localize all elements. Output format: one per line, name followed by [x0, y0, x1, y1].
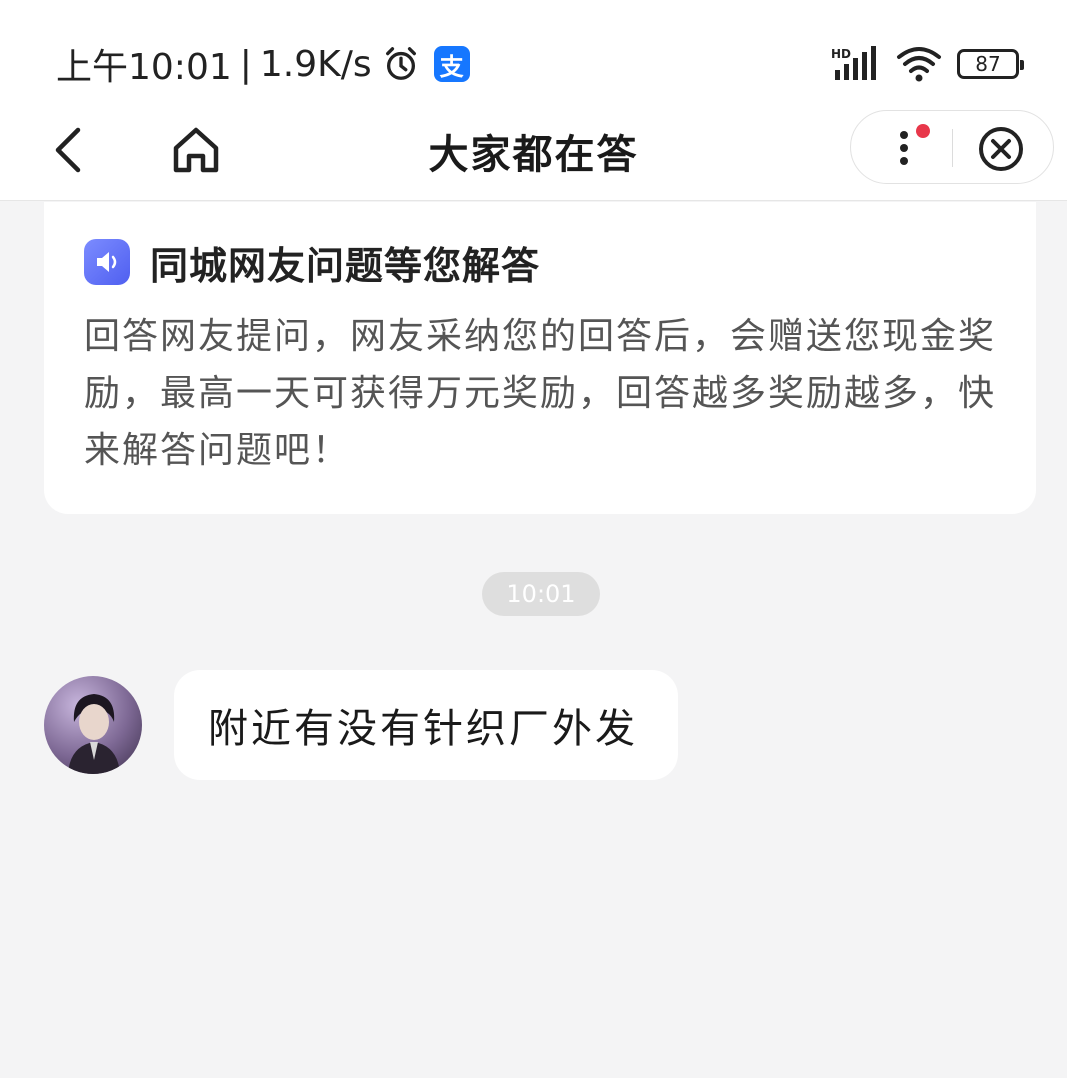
message-timestamp: 10:01 [482, 572, 600, 616]
mini-program-capsule [850, 110, 1054, 184]
status-left: 上午10:01 | 1.9K/s 支 [56, 40, 470, 88]
notice-header: 同城网友问题等您解答 [84, 232, 996, 292]
alipay-glyph: 支 [439, 52, 464, 81]
notice-card: 同城网友问题等您解答 回答网友提问，网友采纳您的回答后，会赠送您现金奖励，最高一… [44, 202, 1036, 514]
status-separator: | [239, 43, 252, 85]
network-speed: 1.9K/s [259, 43, 372, 85]
nav-bar: 大家都在答 [0, 100, 1067, 201]
wifi-icon [897, 47, 941, 82]
close-icon[interactable] [975, 125, 1027, 173]
signal-label: HD [831, 47, 851, 61]
message-text: 附近有没有针织厂外发 [208, 706, 638, 752]
battery-level: 87 [975, 52, 1001, 76]
alarm-icon [385, 47, 416, 80]
capsule-divider [952, 129, 953, 167]
more-icon[interactable] [887, 121, 937, 175]
status-time: 上午10:01 [56, 47, 232, 88]
notice-title: 同城网友问题等您解答 [150, 243, 541, 288]
status-right: HD 87 [831, 42, 1024, 86]
speaker-icon [84, 239, 130, 285]
status-bar: 上午10:01 | 1.9K/s 支 HD 87 [0, 0, 1067, 100]
notice-body: 回答网友提问，网友采纳您的回答后，会赠送您现金奖励，最高一天可获得万元奖励，回答… [84, 316, 997, 471]
signal-icon: HD [831, 46, 876, 80]
battery-icon: 87 [957, 49, 1024, 79]
alipay-icon: 支 [433, 46, 470, 82]
user-avatar[interactable] [44, 676, 142, 774]
message-bubble[interactable]: 附近有没有针织厂外发 [174, 670, 678, 780]
notification-dot [916, 124, 930, 138]
